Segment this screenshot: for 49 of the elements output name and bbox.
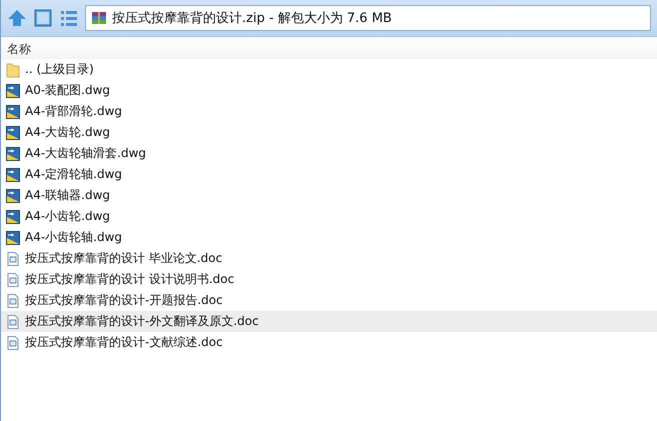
file-row[interactable]: 按压式按摩靠背的设计 设计说明书.doc — [1, 269, 657, 290]
drawing-file-icon — [5, 104, 21, 120]
file-name: 按压式按摩靠背的设计-开题报告.doc — [25, 292, 223, 309]
file-name: 按压式按摩靠背的设计 设计说明书.doc — [25, 271, 234, 288]
drawing-file-icon — [5, 230, 21, 246]
document-icon — [5, 314, 21, 330]
file-name: .. (上级目录) — [25, 61, 94, 78]
file-name: A4-定滑轮轴.dwg — [25, 166, 122, 183]
file-row[interactable]: A4-定滑轮轴.dwg — [1, 164, 657, 185]
up-arrow-icon[interactable] — [7, 8, 27, 28]
thumbnail-view-icon[interactable] — [33, 8, 53, 28]
file-name: 按压式按摩靠背的设计 毕业论文.doc — [25, 250, 222, 267]
drawing-file-icon — [5, 208, 21, 224]
file-row[interactable]: A4-大齿轮轴滑套.dwg — [1, 143, 657, 164]
file-row[interactable]: 按压式按摩靠背的设计-开题报告.doc — [1, 290, 657, 311]
file-name: A4-背部滑轮.dwg — [25, 103, 122, 120]
file-row[interactable]: A4-背部滑轮.dwg — [1, 101, 657, 122]
file-row[interactable]: A4-小齿轮.dwg — [1, 206, 657, 227]
document-icon — [5, 292, 21, 308]
file-row[interactable]: 按压式按摩靠背的设计 毕业论文.doc — [1, 248, 657, 269]
address-bar[interactable]: 按压式按摩靠背的设计.zip - 解包大小为 7.6 MB — [85, 5, 651, 31]
file-row[interactable]: A0-装配图.dwg — [1, 80, 657, 101]
column-header[interactable]: 名称 — [7, 42, 31, 56]
file-name: A4-大齿轮轴滑套.dwg — [25, 145, 146, 162]
file-row[interactable]: A4-小齿轮轴.dwg — [1, 227, 657, 248]
document-icon — [5, 250, 21, 266]
file-row[interactable]: A4-大齿轮.dwg — [1, 122, 657, 143]
drawing-file-icon — [5, 124, 21, 140]
file-name: A4-大齿轮.dwg — [25, 124, 110, 141]
archive-path: 按压式按摩靠背的设计.zip - 解包大小为 7.6 MB — [112, 10, 392, 27]
file-name: A4-联轴器.dwg — [25, 187, 110, 204]
file-row[interactable]: A4-联轴器.dwg — [1, 185, 657, 206]
file-name: 按压式按摩靠背的设计-外文翻译及原文.doc — [25, 313, 259, 330]
document-icon — [5, 334, 21, 350]
file-name: A4-小齿轮轴.dwg — [25, 229, 122, 246]
drawing-file-icon — [5, 82, 21, 98]
list-view-icon[interactable] — [59, 8, 79, 28]
file-name: A4-小齿轮.dwg — [25, 208, 110, 225]
file-name: 按压式按摩靠背的设计-文献综述.doc — [25, 334, 223, 351]
folder-icon — [5, 62, 21, 78]
file-name: A0-装配图.dwg — [25, 82, 110, 99]
file-row[interactable]: .. (上级目录) — [1, 59, 657, 80]
file-row[interactable]: 按压式按摩靠背的设计-外文翻译及原文.doc — [1, 311, 657, 332]
drawing-file-icon — [5, 166, 21, 182]
file-row[interactable]: 按压式按摩靠背的设计-文献综述.doc — [1, 332, 657, 353]
document-icon — [5, 272, 21, 288]
drawing-file-icon — [5, 146, 21, 162]
drawing-file-icon — [5, 188, 21, 204]
archive-icon — [91, 10, 107, 26]
